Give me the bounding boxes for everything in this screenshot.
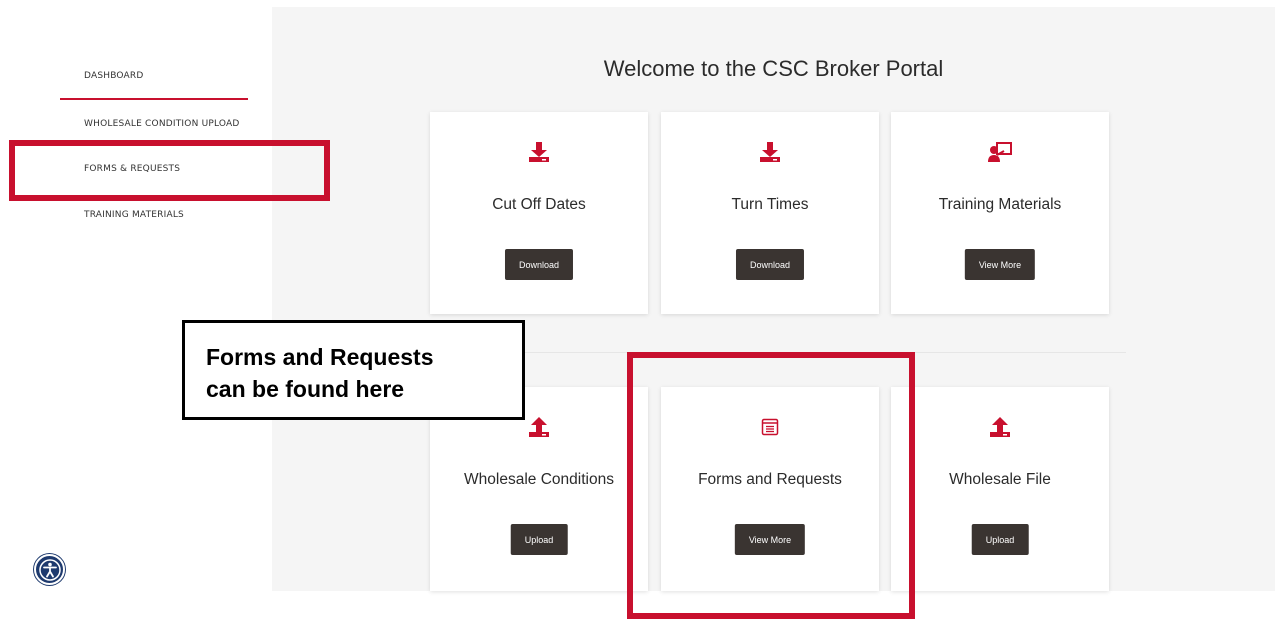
sidebar-item-dashboard[interactable]: DASHBOARD [84,71,144,81]
upload-button[interactable]: Upload [971,524,1029,555]
card-title: Training Materials [938,196,1062,213]
presenter-icon [891,140,1109,164]
card-title: Wholesale File [949,471,1051,488]
accessibility-icon [38,558,61,581]
sidebar-item-wholesale-condition-upload[interactable]: WHOLESALE CONDITION UPLOAD [84,119,239,129]
callout-line-1: Forms and Requests [206,344,434,370]
card-training-materials: Training Materials View More [891,112,1109,314]
callout-line-2: can be found here [206,376,405,402]
page-title: Welcome to the CSC Broker Portal [603,56,944,81]
card-title: Cut Off Dates [492,196,586,213]
active-indicator [60,98,248,100]
sidebar-item-training-materials[interactable]: TRAINING MATERIALS [84,210,184,220]
upload-icon [891,415,1109,439]
sidebar-highlight-box [9,140,330,201]
sidebar: DASHBOARD WHOLESALE CONDITION UPLOAD FOR… [0,0,272,619]
download-button[interactable]: Download [504,249,574,280]
card-highlight-box [627,352,915,619]
download-icon [430,140,648,164]
card-wholesale-file: Wholesale File Upload [891,387,1109,591]
callout-box: Forms and Requests can be found here [182,320,525,420]
download-button[interactable]: Download [735,249,805,280]
view-more-button[interactable]: View More [964,249,1036,280]
download-icon [661,140,879,164]
accessibility-button[interactable] [34,554,65,585]
card-turn-times: Turn Times Download [661,112,879,314]
upload-button[interactable]: Upload [510,524,568,555]
card-title: Turn Times [731,196,809,213]
card-title: Wholesale Conditions [464,471,614,488]
card-cut-off-dates: Cut Off Dates Download [430,112,648,314]
